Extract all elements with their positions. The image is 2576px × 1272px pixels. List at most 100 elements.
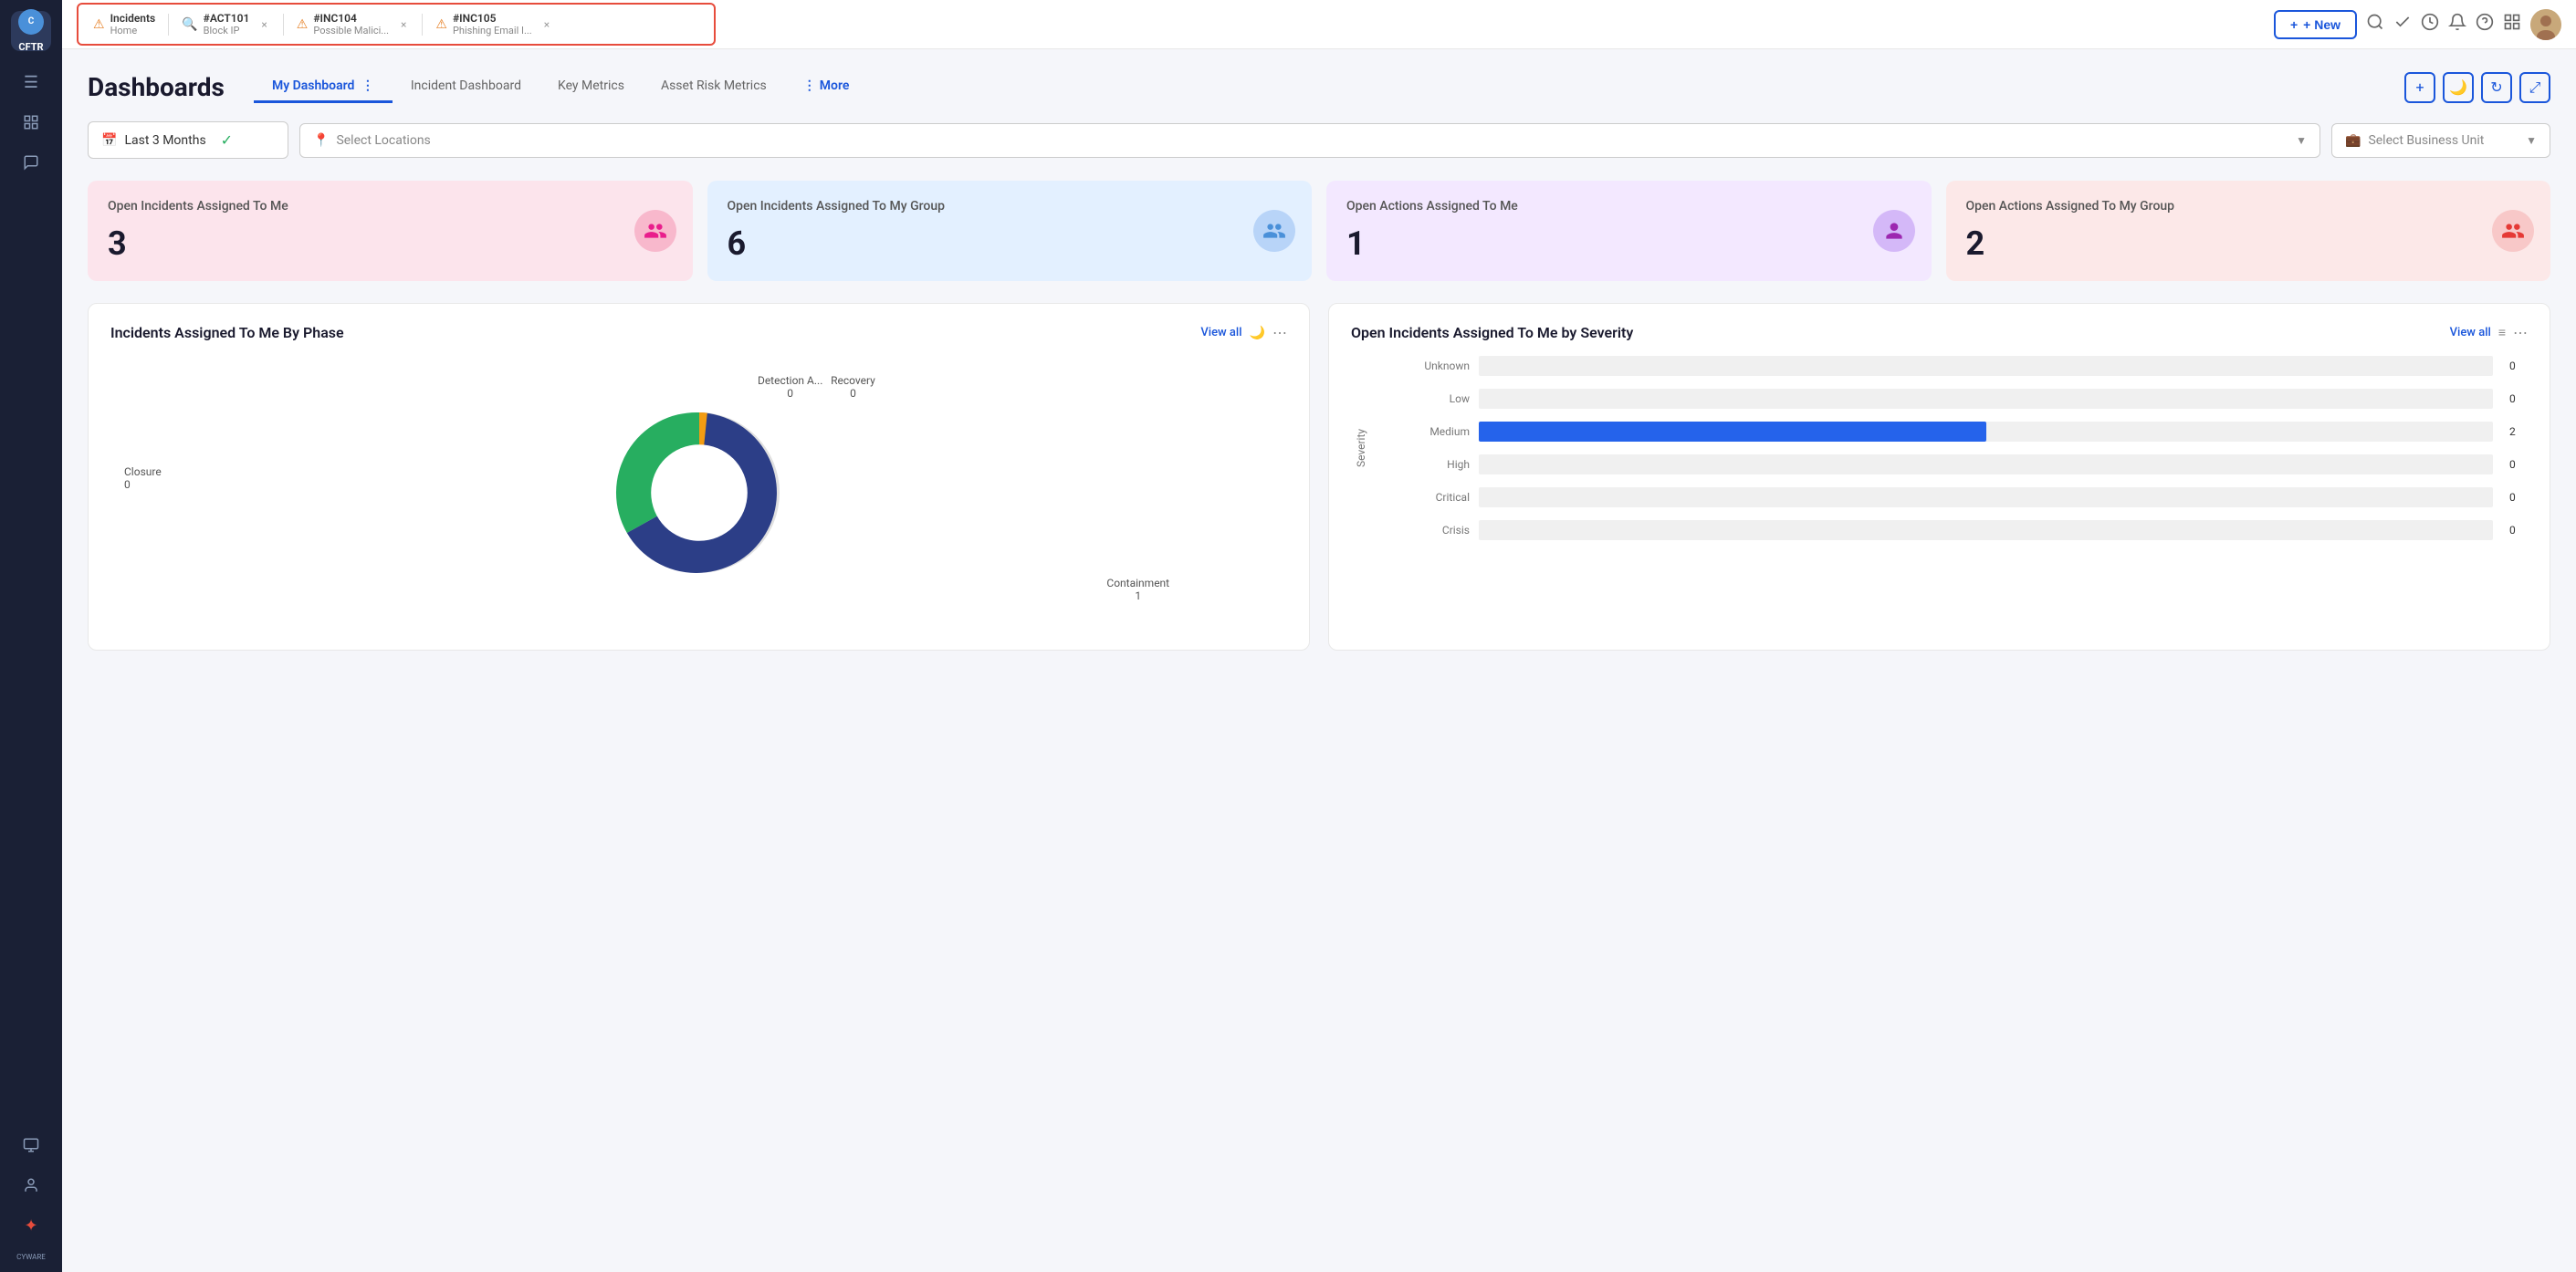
bell-icon[interactable] [2448,13,2466,36]
tab-inc104[interactable]: ⚠ #INC104 Possible Malici... × [288,8,419,40]
bar-value-low: 0 [2509,392,2528,405]
bar-track-high [1479,454,2493,474]
my-dashboard-dot-menu[interactable]: ⋮ [361,78,374,93]
page-content: Dashboards My Dashboard ⋮ Incident Dashb… [62,49,2576,1272]
severity-bar-chart: Severity Unknown 0 [1351,356,2528,540]
inc104-icon: ⚠ [297,17,309,32]
tab-act101[interactable]: 🔍 #ACT101 Block IP × [173,8,279,40]
tab-label-inc104: #INC104 [313,12,389,25]
user-avatar[interactable] [2530,9,2561,40]
business-unit-filter[interactable]: 💼 Select Business Unit ▼ [2331,123,2550,158]
bar-track-unknown [1479,356,2493,376]
severity-view-all[interactable]: View all [2450,326,2491,339]
tab-label-incidents: Incidents [110,12,156,25]
page-header: Dashboards My Dashboard ⋮ Incident Dashb… [88,71,2550,103]
bar-value-high: 0 [2509,458,2528,471]
sidebar-chat-icon[interactable] [15,146,47,179]
sidebar-cyware-icon[interactable]: ✦ [15,1209,47,1242]
metric-icon-incidents-group [1253,210,1295,252]
sidebar: C CFTR ☰ ✦ CYWARE [0,0,62,1272]
sidebar-monitor-icon[interactable] [15,1129,47,1162]
bar-label-high: High [1415,458,1470,471]
tab-label-act101: #ACT101 [204,12,250,25]
bar-value-crisis: 0 [2509,524,2528,537]
date-check-icon: ✓ [221,131,233,149]
sidebar-user-icon[interactable] [15,1169,47,1202]
severity-chart-list-icon[interactable]: ≡ [2498,325,2506,340]
metric-card-open-incidents-group[interactable]: Open Incidents Assigned To My Group 6 [707,181,1313,281]
phase-chart-more-icon[interactable]: ⋯ [1272,324,1287,341]
inc105-icon: ⚠ [435,17,447,32]
dashboard-action-buttons: + 🌙 ↻ ⤢ [2404,72,2550,103]
location-icon: 📍 [313,133,329,148]
containment-label: Containment 1 [1106,577,1169,602]
phase-donut-svg [599,392,800,593]
bar-label-critical: Critical [1415,491,1470,504]
phase-view-all[interactable]: View all [1200,326,1241,339]
metric-card-open-actions-group[interactable]: Open Actions Assigned To My Group 2 [1946,181,2551,281]
dark-mode-button[interactable]: 🌙 [2443,72,2474,103]
bar-track-crisis [1479,520,2493,540]
metric-label-actions-group: Open Actions Assigned To My Group [1966,199,2531,214]
business-chevron-icon: ▼ [2526,134,2537,147]
charts-row: Incidents Assigned To Me By Phase View a… [88,303,2550,651]
metric-card-open-actions-me[interactable]: Open Actions Assigned To Me 1 [1326,181,1932,281]
sidebar-dashboard-icon[interactable] [15,106,47,139]
bar-value-unknown: 0 [2509,360,2528,372]
grid-icon[interactable] [2503,13,2521,36]
metric-card-open-incidents-me[interactable]: Open Incidents Assigned To Me 3 [88,181,693,281]
phase-chart-header: Incidents Assigned To Me By Phase View a… [110,324,1287,341]
tab-close-inc104[interactable]: × [398,17,409,32]
metrics-grid: Open Incidents Assigned To Me 3 Open Inc… [88,181,2550,281]
business-icon: 💼 [2345,133,2361,148]
tab-act101-text: #ACT101 Block IP [204,12,250,36]
bar-label-crisis: Crisis [1415,524,1470,537]
add-widget-button[interactable]: + [2404,72,2435,103]
phase-chart-actions: View all 🌙 ⋯ [1200,324,1287,341]
bar-value-medium: 2 [2509,425,2528,438]
severity-chart-card: Open Incidents Assigned To Me by Severit… [1328,303,2550,651]
help-icon[interactable] [2476,13,2494,36]
metric-value-incidents-me: 3 [108,224,673,263]
tab-asset-risk-metrics[interactable]: Asset Risk Metrics [643,71,785,103]
new-button[interactable]: + + New [2274,10,2357,39]
app-logo[interactable]: C CFTR [11,11,51,51]
fullscreen-button[interactable]: ⤢ [2519,72,2550,103]
timer-icon[interactable] [2421,13,2439,36]
more-dots-icon: ⋮ [803,78,816,93]
bar-track-low [1479,389,2493,409]
tab-incidents-home-text: Incidents Home [110,12,156,36]
metric-label-actions-me: Open Actions Assigned To Me [1346,199,1911,214]
bar-label-unknown: Unknown [1415,360,1470,372]
tab-close-inc105[interactable]: × [541,17,552,32]
tab-more[interactable]: ⋮ More [785,71,868,103]
tab-my-dashboard[interactable]: My Dashboard ⋮ [254,71,393,103]
tab-incidents-home[interactable]: ⚠ Incidents Home [84,8,164,40]
bar-track-medium [1479,422,2493,442]
tab-incident-dashboard[interactable]: Incident Dashboard [393,71,539,103]
top-navigation: ⚠ Incidents Home 🔍 #ACT101 Block IP × ⚠ [62,0,2576,49]
severity-chart-more-icon[interactable]: ⋯ [2513,324,2528,341]
sidebar-menu-icon[interactable]: ☰ [15,66,47,99]
location-filter[interactable]: 📍 Select Locations ▼ [299,123,2320,158]
dashboard-tabs: My Dashboard ⋮ Incident Dashboard Key Me… [254,71,867,103]
date-filter[interactable]: 📅 Last 3 Months ✓ [88,121,288,159]
business-placeholder: Select Business Unit [2368,133,2484,148]
tab-inc104-text: #INC104 Possible Malici... [313,12,389,36]
tab-inc105[interactable]: ⚠ #INC105 Phishing Email I... × [426,8,561,40]
bar-row-medium: Medium 2 [1415,422,2528,442]
severity-chart-header: Open Incidents Assigned To Me by Severit… [1351,324,2528,341]
bar-fill-medium [1479,422,1986,442]
tab-key-metrics[interactable]: Key Metrics [539,71,643,103]
search-icon[interactable] [2366,13,2384,36]
checkmark-icon[interactable] [2393,13,2412,36]
refresh-button[interactable]: ↻ [2481,72,2512,103]
incidents-home-icon: ⚠ [93,17,105,32]
severity-chart-title: Open Incidents Assigned To Me by Severit… [1351,324,1633,341]
metric-label-incidents-group: Open Incidents Assigned To My Group [728,199,1293,214]
new-button-icon: + [2290,17,2298,32]
calendar-icon: 📅 [101,133,117,148]
phase-chart-moon-icon[interactable]: 🌙 [1250,326,1265,340]
tab-sublabel-inc104: Possible Malici... [313,25,389,36]
tab-close-act101[interactable]: × [258,17,269,32]
